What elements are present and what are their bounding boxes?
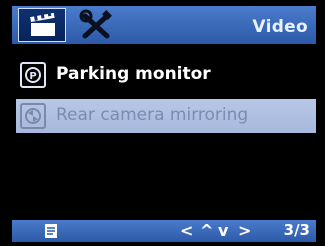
nav-left-button[interactable]: < [180,221,193,240]
mirroring-icon [20,103,46,129]
video-clapper-icon [30,10,55,36]
header-bar: Video [12,6,316,44]
tab-video[interactable] [18,8,66,42]
page-title: Video [252,17,308,37]
menu-item-parking-monitor[interactable]: P Parking monitor [16,58,316,92]
svg-text:P: P [29,71,36,82]
parking-monitor-icon: P [20,62,46,88]
menu-item-rear-camera-mirroring[interactable]: Rear camera mirroring [16,99,316,133]
menu-item-label: Parking monitor [56,64,211,84]
tab-setup[interactable] [74,8,118,42]
menu-item-label: Rear camera mirroring [56,105,249,125]
tools-icon [79,9,112,39]
nav-right-button[interactable]: > [238,221,251,240]
footer-bar: < ^ v > 3/3 [12,220,316,242]
page-indicator: 3/3 [283,221,310,239]
nav-up-button[interactable]: ^ [200,221,213,240]
nav-down-button[interactable]: v [218,221,228,240]
camera-screen: Video P Parking monitor Rear camera mirr… [0,0,325,246]
document-icon[interactable] [44,223,58,239]
